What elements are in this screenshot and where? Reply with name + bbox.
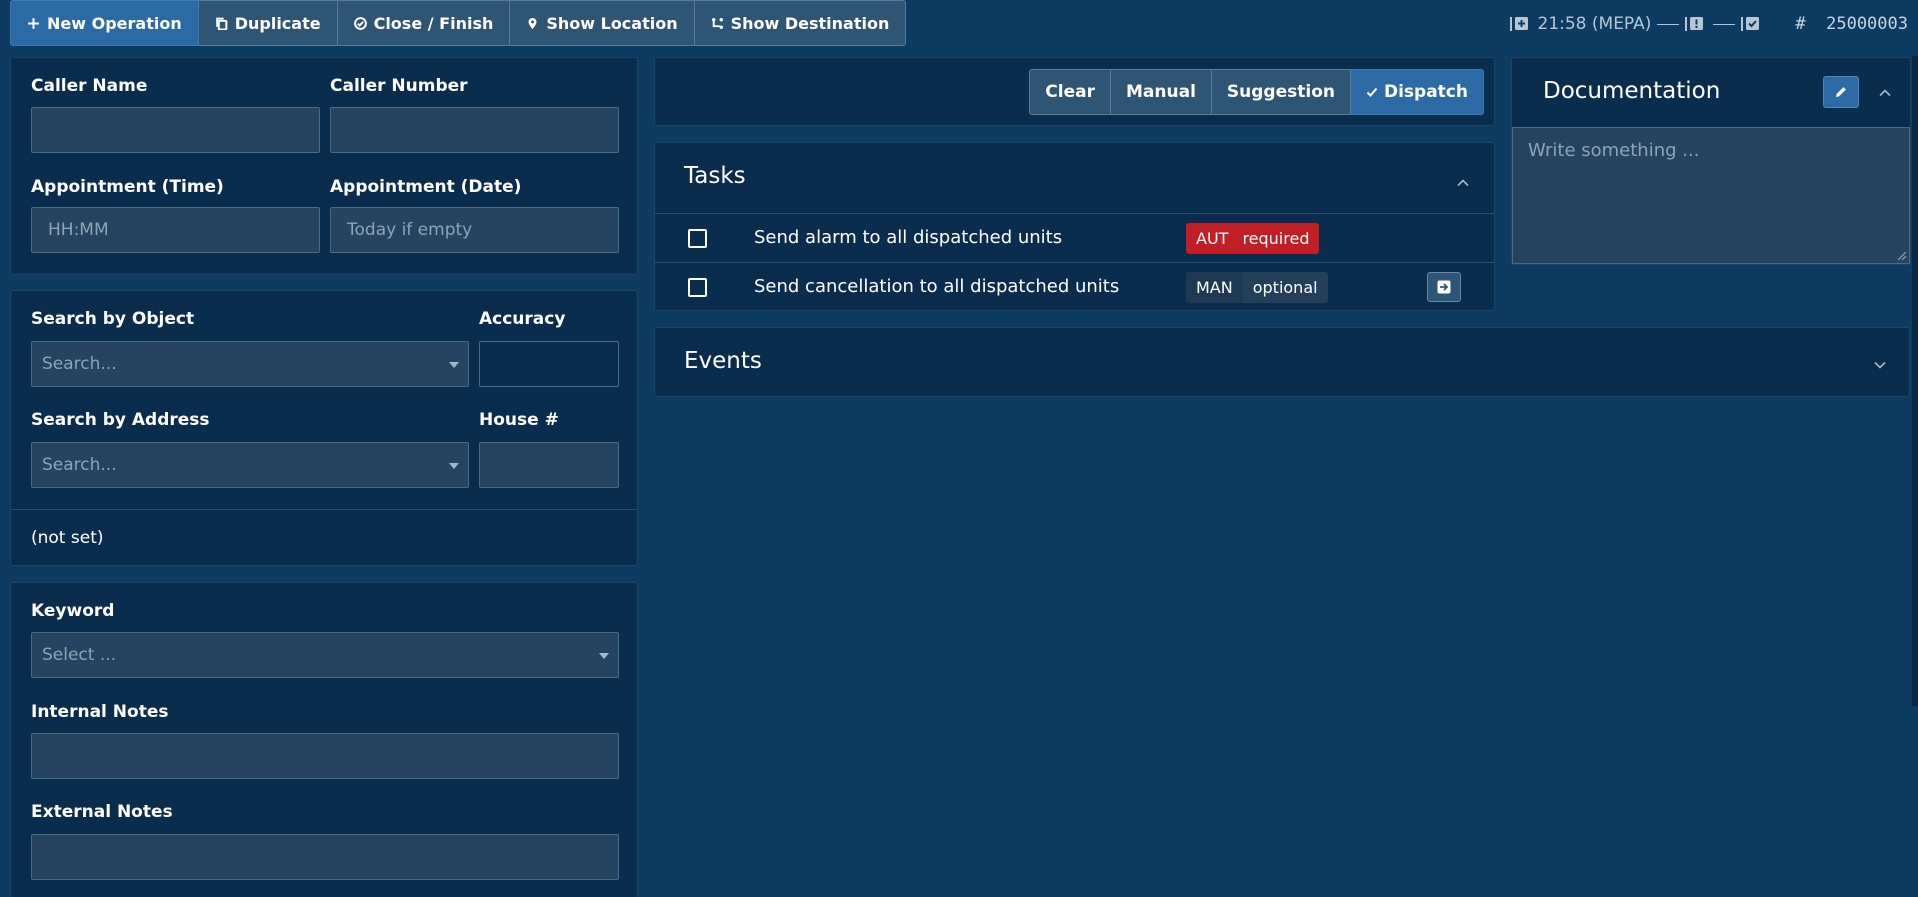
manual-label: Manual [1126,82,1196,102]
show-location-label: Show Location [546,13,678,33]
alarm-alert-icon [1685,17,1704,31]
task-mode: MAN [1186,272,1243,303]
task-checkbox[interactable] [688,278,707,297]
accuracy-input[interactable] [479,341,619,387]
details-panel: Keyword Select ... Internal Notes Extern… [10,582,638,897]
search-address-select[interactable]: Search... [31,442,469,488]
show-destination-button[interactable]: Show Destination [694,0,907,46]
keyword-select[interactable]: Select ... [31,632,619,678]
chevron-down-icon [449,362,459,368]
internal-notes-input[interactable] [31,733,619,779]
dispatch-button[interactable]: Dispatch [1350,69,1484,115]
resize-handle-icon[interactable] [1895,249,1907,261]
external-notes-label: External Notes [31,802,173,822]
dispatch-mode-panel: Clear Manual Suggestion Dispatch [654,57,1495,126]
clear-button[interactable]: Clear [1029,69,1111,115]
location-panel: Search by Object Search... Accuracy Sear… [10,290,638,566]
appointment-time-label: Appointment (Time) [31,177,224,197]
check-circle-icon [353,16,367,30]
check-icon [1366,87,1378,97]
task-row: Send alarm to all dispatched units AUT r… [655,213,1494,262]
documentation-panel: Documentation Write something ... [1511,57,1911,265]
house-number-label: House # [479,410,559,430]
search-object-label: Search by Object [31,309,195,329]
accuracy-label: Accuracy [479,309,566,329]
show-location-button[interactable]: Show Location [510,0,695,46]
route-icon [711,17,723,29]
search-address-label: Search by Address [31,410,210,430]
caller-panel: Caller Name Caller Number Appointment (T… [10,57,638,275]
new-operation-label: New Operation [47,13,182,33]
tasks-title: Tasks [684,163,746,189]
house-number-input[interactable] [479,442,619,488]
location-divider [11,509,637,510]
keyword-placeholder: Select ... [42,645,117,665]
caller-name-input[interactable] [31,107,320,153]
events-title: Events [684,348,762,374]
task-checkbox[interactable] [688,229,707,248]
close-finish-button[interactable]: Close / Finish [337,0,511,46]
manual-button[interactable]: Manual [1111,69,1212,115]
task-text: Send alarm to all dispatched units [754,227,1063,248]
chevron-down-icon[interactable] [1873,357,1887,371]
execute-task-button[interactable] [1427,272,1461,302]
status-divider [1657,23,1680,25]
task-text: Send cancellation to all dispatched unit… [754,276,1120,297]
scrollbar[interactable] [1912,56,1918,706]
chevron-up-icon[interactable] [1878,85,1892,99]
task-status-badge: AUT required [1186,223,1320,254]
internal-notes-label: Internal Notes [31,702,169,722]
show-destination-label: Show Destination [730,13,890,33]
documentation-textarea[interactable]: Write something ... [1512,127,1910,264]
documentation-placeholder: Write something ... [1528,140,1700,161]
operation-number: # 25000003 [1795,14,1908,34]
appointment-date-input[interactable]: Today if empty [330,207,619,253]
status-divider [1713,23,1736,25]
task-requirement: required [1242,229,1310,248]
task-mode: AUT [1196,229,1229,248]
chevron-down-icon [599,653,609,659]
copy-icon [215,17,228,30]
status-bar: 21:58 (MEPA) # 25000003 [1509,10,1908,38]
pencil-icon [1836,87,1846,97]
dispatch-label: Dispatch [1383,82,1468,102]
chevron-up-icon[interactable] [1456,175,1470,189]
caller-name-label: Caller Name [31,76,148,96]
status-time: 21:58 (MEPA) [1537,14,1652,34]
tasks-panel: Tasks Send alarm to all dispatched units… [654,142,1495,311]
search-object-select[interactable]: Search... [31,341,469,387]
keyword-label: Keyword [31,601,115,621]
hash-symbol: # [1795,14,1806,34]
appointment-time-input[interactable]: HH:MM [31,207,320,253]
map-pin-icon [528,17,537,29]
duplicate-button[interactable]: Duplicate [198,0,338,46]
new-operation-button[interactable]: New Operation [10,0,199,46]
close-finish-label: Close / Finish [373,13,494,33]
appointment-date-label: Appointment (Date) [330,177,522,197]
operation-id: 25000003 [1826,14,1908,34]
arrow-right-box-icon [1437,280,1451,294]
external-notes-input[interactable] [31,834,619,880]
task-row: Send cancellation to all dispatched unit… [655,262,1494,311]
dispatch-mode-group: Clear Manual Suggestion Dispatch [1029,69,1484,115]
search-address-placeholder: Search... [42,455,117,475]
resolved-address: (not set) [31,528,104,548]
search-object-placeholder: Search... [42,354,117,374]
task-status-badge: MAN optional [1186,272,1328,303]
documentation-title: Documentation [1543,78,1721,104]
duplicate-label: Duplicate [234,13,321,33]
task-requirement: optional [1252,278,1318,297]
alarm-done-icon [1741,17,1760,31]
edit-documentation-button[interactable] [1823,76,1859,108]
caller-number-input[interactable] [330,107,619,153]
events-panel: Events [654,327,1910,397]
plus-icon [28,17,39,29]
caller-number-label: Caller Number [330,76,468,96]
suggestion-label: Suggestion [1226,82,1335,102]
chevron-down-icon [449,463,459,469]
main-toolbar: New Operation Duplicate Close / Finish S… [10,0,907,46]
alarm-created-icon [1509,17,1528,31]
clear-label: Clear [1045,82,1095,102]
suggestion-button[interactable]: Suggestion [1211,69,1351,115]
